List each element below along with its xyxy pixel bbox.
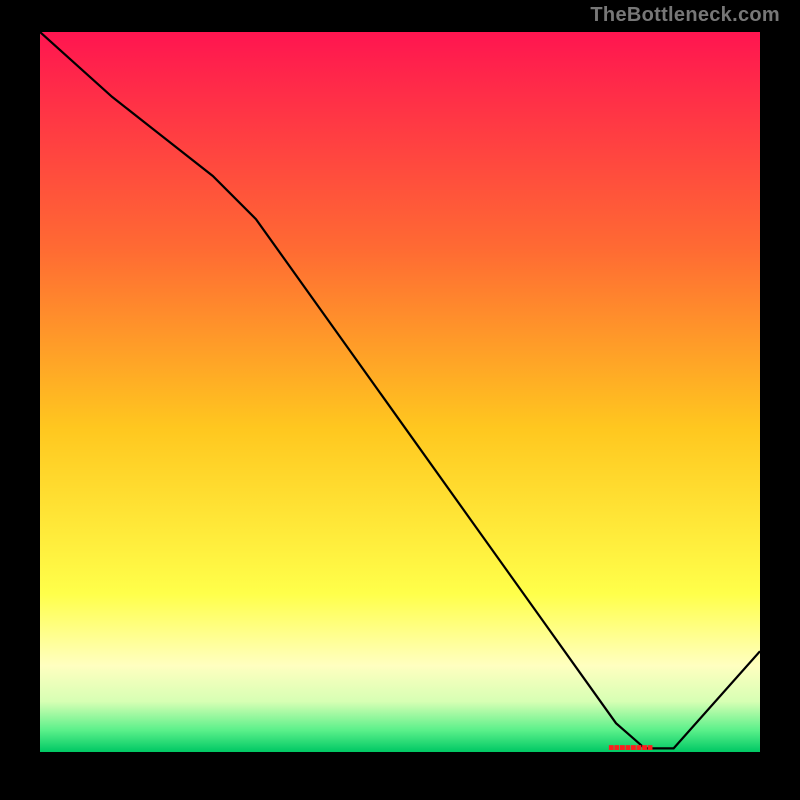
plot-area: ■■■■■■■■ bbox=[40, 32, 760, 752]
chart-svg: ■■■■■■■■ bbox=[40, 32, 760, 752]
chart-container: TheBottleneck.com ■■■■■■■■ bbox=[0, 0, 800, 800]
gradient-rect bbox=[40, 32, 760, 752]
marker-label: ■■■■■■■■ bbox=[608, 743, 653, 752]
watermark-text: TheBottleneck.com bbox=[590, 4, 780, 27]
